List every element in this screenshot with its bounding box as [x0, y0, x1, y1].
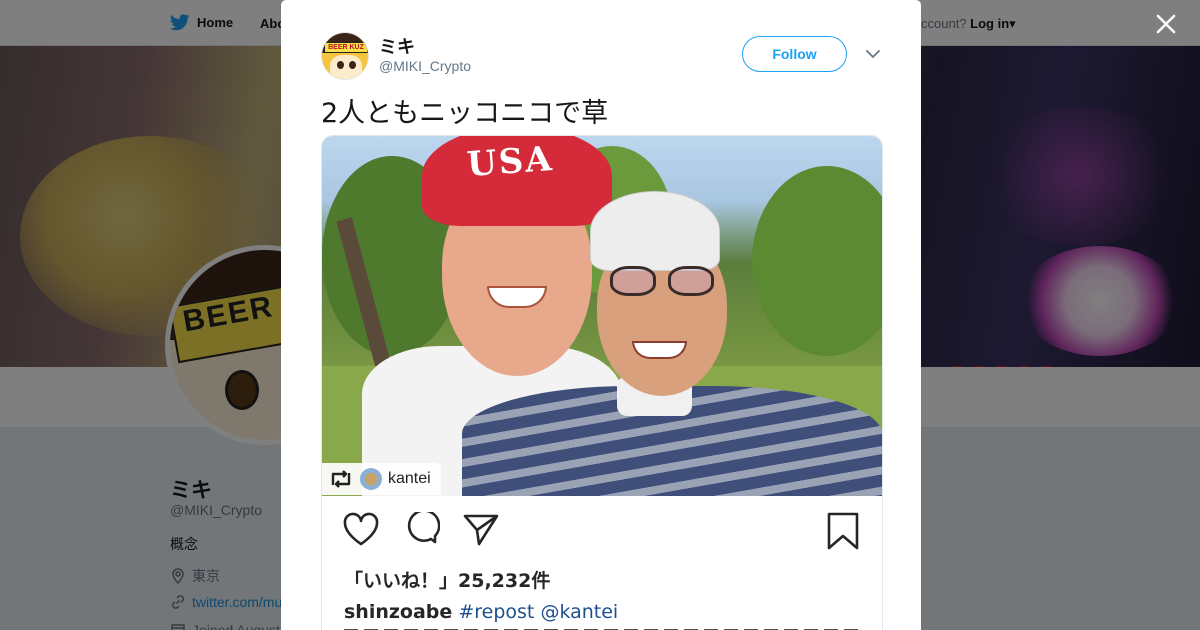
close-button[interactable] — [1152, 10, 1180, 38]
tweet-author-avatar[interactable]: BEER KUZ — [321, 32, 369, 80]
caption-mention: @kantei — [540, 601, 619, 623]
tweet-text: 2人ともニッコニコで草 — [321, 98, 609, 129]
tweet-avatar-label: BEER KUZ — [324, 42, 368, 53]
tweet-author-handle[interactable]: @MIKI_Crypto — [379, 58, 471, 74]
caption-username: shinzoabe — [344, 601, 453, 623]
comment-icon — [407, 512, 440, 544]
repost-tag: kantei — [322, 463, 441, 495]
tweet-modal: BEER KUZ ミキ @MIKI_Crypto Follow 2人ともニッコニ… — [281, 0, 921, 630]
cap-text: USA — [465, 139, 555, 185]
chevron-down-icon[interactable] — [865, 47, 881, 61]
caption-hashtag: #repost — [458, 601, 535, 623]
close-icon — [1156, 14, 1176, 34]
likes-count: 「いいね！」25,232件 — [344, 570, 551, 592]
share-icon — [463, 514, 499, 546]
tweet-author-name[interactable]: ミキ — [379, 33, 415, 59]
media-photo: USA kantei — [322, 136, 882, 496]
bookmark-icon — [827, 512, 859, 550]
kantei-logo-icon — [360, 468, 382, 490]
repost-account: kantei — [388, 470, 431, 487]
heart-icon — [343, 512, 379, 546]
repost-icon — [331, 470, 351, 488]
follow-button[interactable]: Follow — [742, 36, 847, 72]
media-caption: shinzoabe #repost @kantei — [344, 601, 618, 623]
instagram-action-bar — [322, 506, 882, 556]
tweet-media-image[interactable]: USA kantei 「いいね！」25,232件 shinzoabe #repo… — [321, 135, 883, 630]
